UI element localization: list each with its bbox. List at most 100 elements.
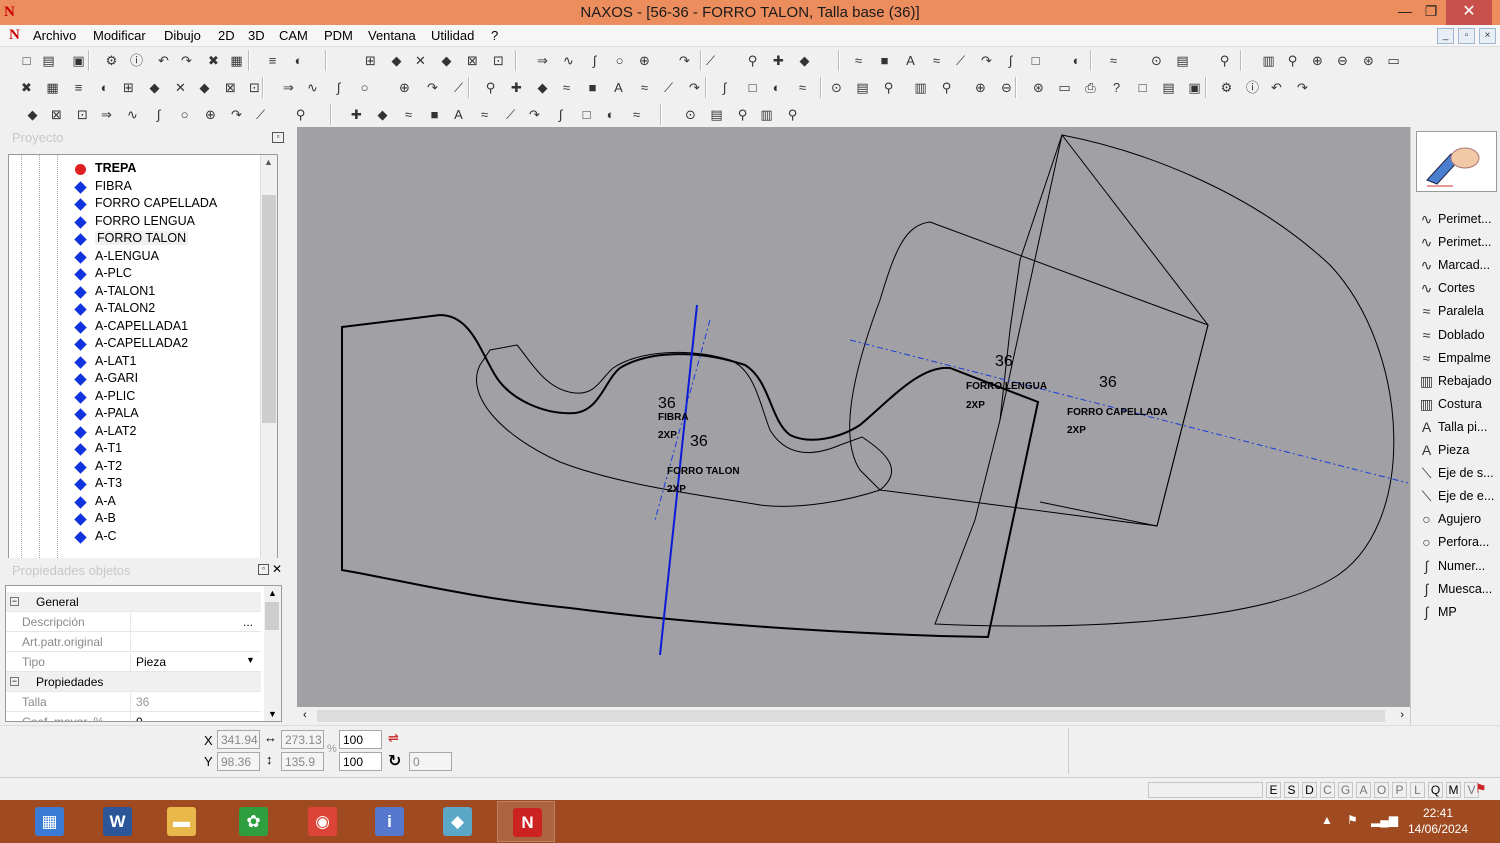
toolbar-tool-icon[interactable]: ✖ [18,79,35,96]
tree-scroll-thumb[interactable] [262,195,276,423]
x-coord-field[interactable]: 341.94 [217,730,260,749]
scale-lock-icon[interactable]: ⇌ [388,730,399,746]
menu-utilidad[interactable]: Utilidad [431,28,474,43]
toolbar-tool-icon[interactable]: ✕ [412,52,429,69]
menu-dibujo[interactable]: Dibujo [164,28,201,43]
menu-2d[interactable]: 2D [218,28,235,43]
toolbar-tool-icon[interactable]: ⟋ [252,106,269,123]
toolbar-tool-icon[interactable]: ↷ [424,79,441,96]
toolbar-tool-icon[interactable]: ◆ [438,52,455,69]
tool-perimet-[interactable]: ∿ Perimet... [1417,232,1499,254]
toolbar-tool-icon[interactable]: ≈ [928,52,945,69]
pattern-drawing[interactable]: 36 FIBRA 2XP 36 FORRO TALON 2XP 36 FORRO… [297,127,1410,707]
prop-value[interactable]: 36 [130,693,258,711]
toolbar-tool-icon[interactable]: ⎙ [1082,79,1099,96]
width-field[interactable]: 273.13 [281,730,324,749]
toolbar-tool-icon[interactable]: ⇒ [534,52,551,69]
height-field[interactable]: 135.9 [281,752,324,771]
toolbar-tool-icon[interactable]: ✕ [172,79,189,96]
toolbar-tool-icon[interactable]: ⚲ [880,79,897,96]
properties-scrollbar[interactable]: ▲ ▼ [264,586,281,721]
toolbar-tool-icon[interactable]: ≈ [1105,52,1122,69]
status-toggle-g[interactable]: G [1338,782,1353,798]
toolbar-tool-icon[interactable]: ≡ [70,79,87,96]
toolbar-tool-icon[interactable]: ↷ [1294,79,1311,96]
toolbar-tool-icon[interactable]: ⇒ [280,79,297,96]
toolbar-tool-icon[interactable]: ↷ [526,106,543,123]
prop-value[interactable]: 0 [130,713,258,721]
toolbar-tool-icon[interactable]: ○ [176,106,193,123]
toolbar-tool-icon[interactable]: ◐ [768,79,785,96]
tool-talla-pi-[interactable]: A Talla pi... [1417,417,1499,439]
status-toggle-o[interactable]: O [1374,782,1389,798]
rotation-field[interactable]: 0 [409,752,452,771]
toolbar-tool-icon[interactable]: ▤ [854,79,871,96]
tool-empalme[interactable]: ≈ Empalme [1417,348,1499,370]
panel-pin-icon[interactable]: ▫ [272,132,284,143]
toolbar-tool-icon[interactable]: ⟋ [702,52,719,69]
toolbar-tool-icon[interactable]: ⊖ [1334,52,1351,69]
leaf-app[interactable]: ✿ [224,801,282,842]
toolbar-tool-icon[interactable]: ↷ [676,52,693,69]
toolbar-tool-icon[interactable]: ⊞ [362,52,379,69]
toolbar-tool-icon[interactable]: ⇒ [98,106,115,123]
prop-row-coef[interactable]: Coef. mayor. % 0 [6,712,261,721]
toolbar-tool-icon[interactable]: ▤ [1174,52,1191,69]
toolbar-tool-icon[interactable]: ▤ [708,106,725,123]
toolbar-tool-icon[interactable]: ∿ [304,79,321,96]
menu-help[interactable]: ? [491,28,498,43]
menu-3d[interactable]: 3D [248,28,265,43]
menu-pdm[interactable]: PDM [324,28,353,43]
panel-pin-icon[interactable]: ▫ [258,564,269,575]
prop-row-talla[interactable]: Talla 36 [6,692,261,712]
scroll-right-icon[interactable]: › [1400,709,1404,721]
toolbar-tool-icon[interactable]: ⚲ [1216,52,1233,69]
toolbar-tool-icon[interactable]: ◆ [534,79,551,96]
toolbar-tool-icon[interactable]: ↶ [155,52,172,69]
toolbar-tool-icon[interactable]: ⊕ [636,52,653,69]
tool-eje-de-e-[interactable]: ⟍ Eje de e... [1417,486,1499,508]
explorer-app[interactable]: ▬ [152,801,210,842]
rotate-icon[interactable]: ↻ [388,751,401,771]
prop-group-propiedades[interactable]: − Propiedades [6,672,261,692]
menu-cam[interactable]: CAM [279,28,308,43]
toolbar-tool-icon[interactable]: ✚ [348,106,365,123]
toolbar-tool-icon[interactable]: ▤ [40,52,57,69]
word-app[interactable]: W [88,801,146,842]
toolbar-tool-icon[interactable]: ▦ [44,79,61,96]
toolbar-tool-icon[interactable]: ⊕ [1309,52,1326,69]
tray-chevron-icon[interactable]: ▲ [1321,813,1333,827]
scroll-left-icon[interactable]: ‹ [303,709,307,721]
toolbar-tool-icon[interactable]: ⚲ [292,106,309,123]
toolbar-tool-icon[interactable]: A [450,106,467,123]
tool-pieza[interactable]: A Pieza [1417,440,1499,462]
scale-x-field[interactable]: 100 [339,730,382,749]
panel-close-icon[interactable]: ✕ [272,562,282,576]
close-button[interactable]: ✕ [1446,0,1492,25]
calculator-app[interactable]: ▦ [20,801,78,842]
toolbar-tool-icon[interactable]: ⊛ [1030,79,1047,96]
maximize-button[interactable]: ❐ [1418,0,1444,25]
toolbar-tool-icon[interactable]: A [902,52,919,69]
tool-muesca-[interactable]: ∫ Muesca... [1417,579,1499,601]
tool-costura[interactable]: ▥ Costura [1417,394,1499,416]
toolbar-tool-icon[interactable]: ↷ [228,106,245,123]
scale-y-field[interactable]: 100 [339,752,382,771]
toolbar-tool-icon[interactable]: ⟋ [952,52,969,69]
toolbar-tool-icon[interactable]: ? [1108,79,1125,96]
network-icon[interactable]: ▂▄▆ [1371,813,1398,827]
toolbar-tool-icon[interactable]: □ [18,52,35,69]
toolbar-tool-icon[interactable]: ⟋ [450,79,467,96]
mdi-restore-button[interactable]: ▫ [1458,28,1475,44]
toolbar-tool-icon[interactable]: ∫ [330,79,347,96]
toolbar-tool-icon[interactable]: ⟋ [502,106,519,123]
toolbar-tool-icon[interactable]: ⊠ [464,52,481,69]
menu-archivo[interactable]: Archivo [33,28,76,43]
menu-ventana[interactable]: Ventana [368,28,416,43]
toolbar-tool-icon[interactable]: ≈ [558,79,575,96]
prop-value[interactable] [130,633,258,651]
toolbar-tool-icon[interactable]: ⊙ [1148,52,1165,69]
collapse-icon[interactable]: − [10,597,19,606]
toolbar-tool-icon[interactable]: ✚ [770,52,787,69]
toolbar-tool-icon[interactable]: ⊠ [222,79,239,96]
